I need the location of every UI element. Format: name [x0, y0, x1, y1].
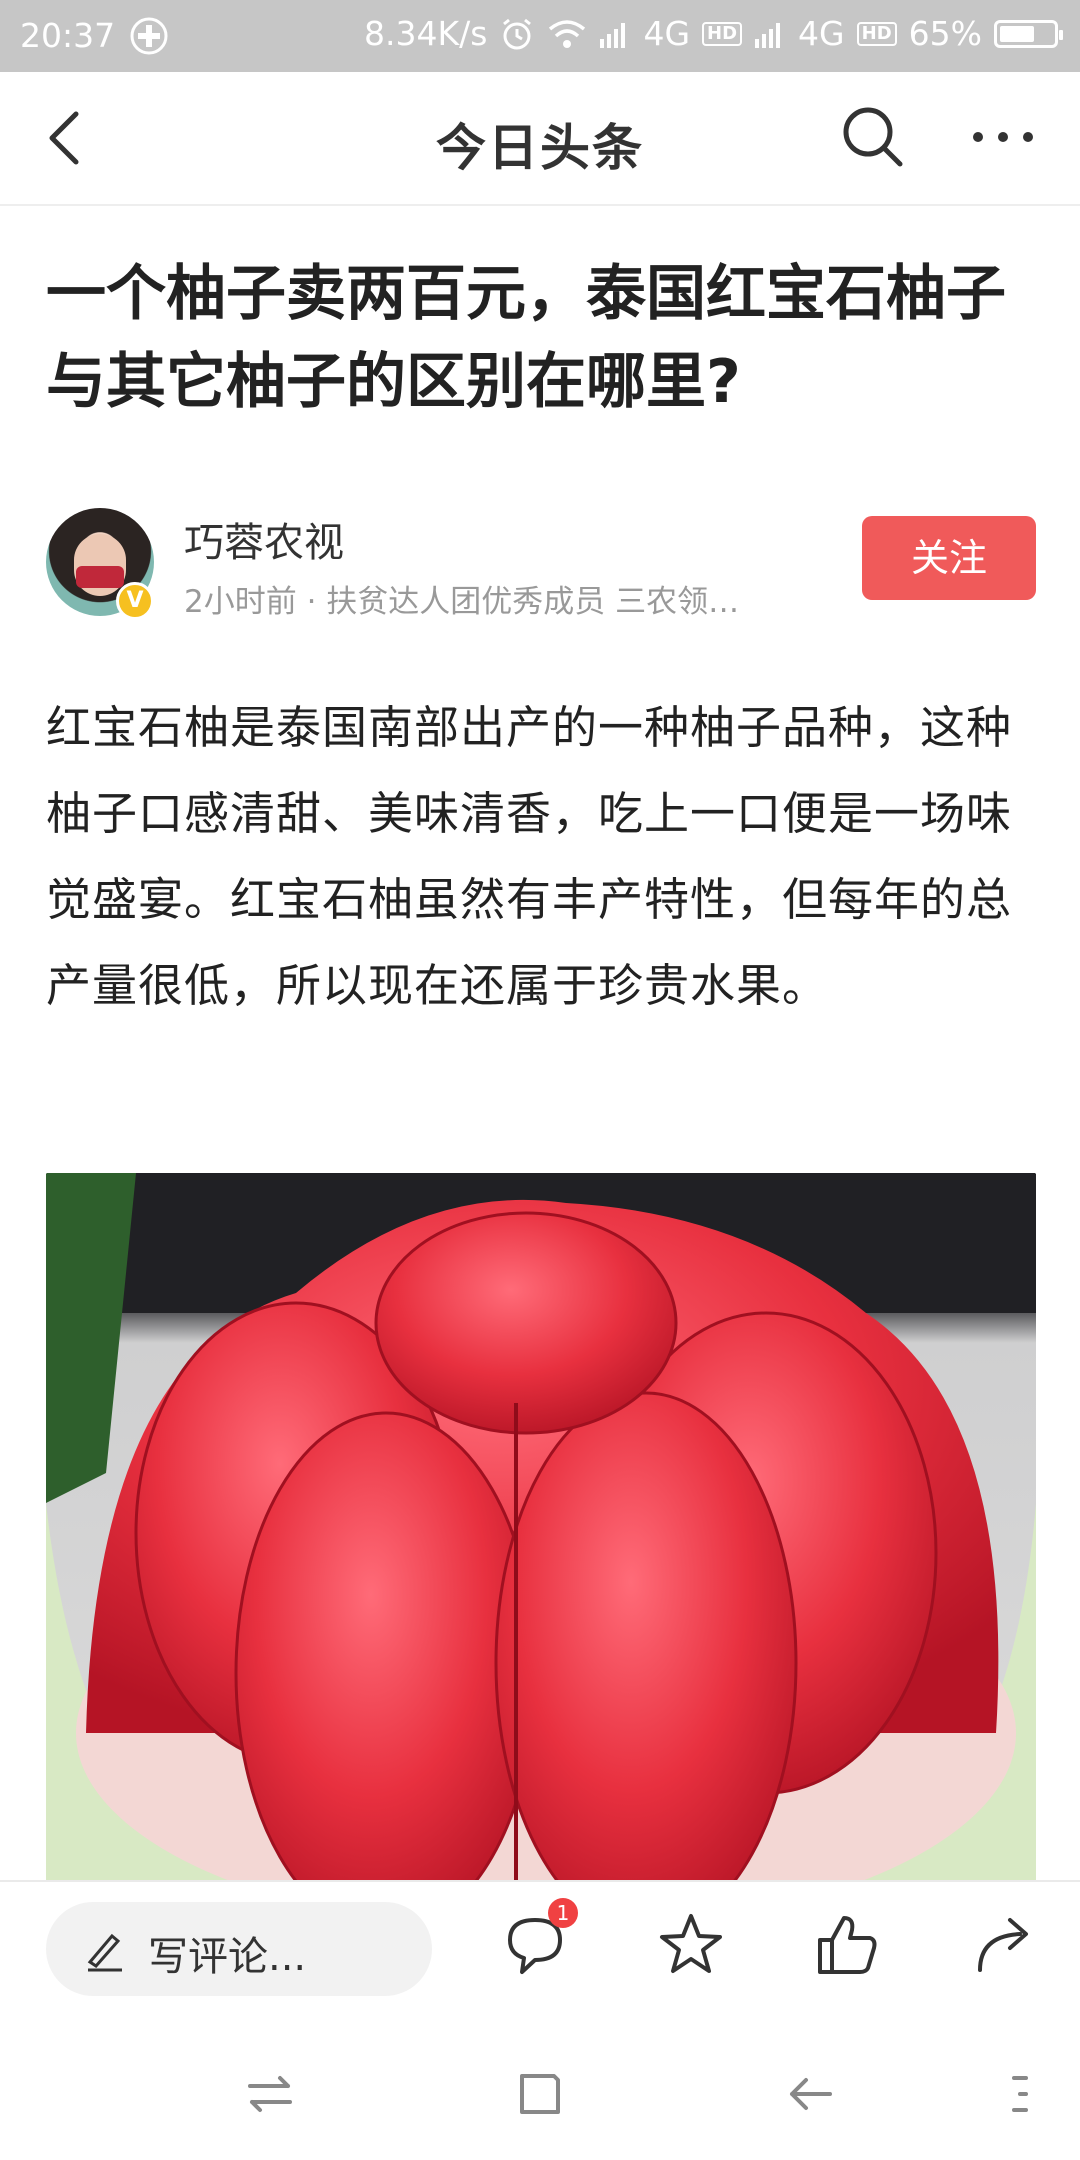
app-title: 今日头条: [436, 119, 644, 177]
pomelo-illustration: [46, 1173, 1036, 1881]
wifi-icon: [549, 20, 586, 48]
hd-badge-1: HD: [702, 22, 743, 46]
add-circle-icon: [130, 17, 168, 55]
verified-badge: V: [116, 582, 154, 620]
network-type-2: 4G: [798, 14, 845, 53]
menu-icon[interactable]: [1000, 2064, 1060, 2124]
star-icon[interactable]: [656, 1910, 726, 1980]
top-nav-bar: 今日头条: [0, 72, 1080, 206]
battery-percent: 65%: [908, 14, 982, 53]
back-arrow-icon[interactable]: [780, 2064, 840, 2124]
home-square-icon[interactable]: [510, 2064, 570, 2124]
system-nav-bar: [0, 2020, 1080, 2160]
comment-count-badge: 1: [548, 1898, 578, 1928]
status-time: 20:37: [20, 16, 116, 55]
comment-placeholder: 写评论...: [148, 1934, 307, 1980]
pen-icon: [87, 1933, 122, 1972]
article-body: 红宝石柚是泰国南部出产的一种柚子品种，这种柚子口感清甜、美味清香，吃上一口便是一…: [46, 701, 1013, 1012]
author-row: V 巧蓉农视 2小时前 · 扶贫达人团优秀成员 三农领… 关注: [46, 500, 1036, 620]
network-type-1: 4G: [643, 14, 691, 53]
author-meta: 2小时前 · 扶贫达人团优秀成员 三农领…: [184, 584, 740, 620]
search-icon[interactable]: [838, 102, 908, 172]
status-left: 20:37: [20, 16, 169, 56]
avatar-phone: [76, 566, 124, 588]
bottom-action-bar: 写评论... 1: [0, 1880, 1080, 2022]
share-icon[interactable]: [970, 1910, 1040, 1980]
article-title: 一个柚子卖两百元，泰国红宝石柚子与其它柚子的区别在哪里?: [46, 259, 1006, 417]
net-speed: 8.34K/s: [364, 14, 488, 53]
battery-level: [1000, 26, 1034, 42]
more-icon[interactable]: [968, 112, 1038, 162]
hd-badge-2: HD: [856, 22, 897, 46]
thumbs-up-icon[interactable]: [812, 1910, 882, 1980]
signal-icon: [600, 23, 626, 48]
status-bar: 20:37 8.34K/s 4G HD 4G HD 65%: [0, 0, 1080, 72]
article-image[interactable]: [46, 1173, 1036, 1881]
alarm-icon: [503, 18, 532, 50]
comment-input[interactable]: 写评论...: [46, 1902, 432, 1996]
status-right: 8.34K/s 4G HD 4G HD 65%: [364, 14, 1063, 54]
author-name[interactable]: 巧蓉农视: [184, 510, 344, 568]
signal-icon: [755, 23, 781, 48]
switch-icon[interactable]: [240, 2064, 300, 2124]
battery-icon: [994, 20, 1063, 48]
follow-button[interactable]: 关注: [862, 516, 1036, 600]
